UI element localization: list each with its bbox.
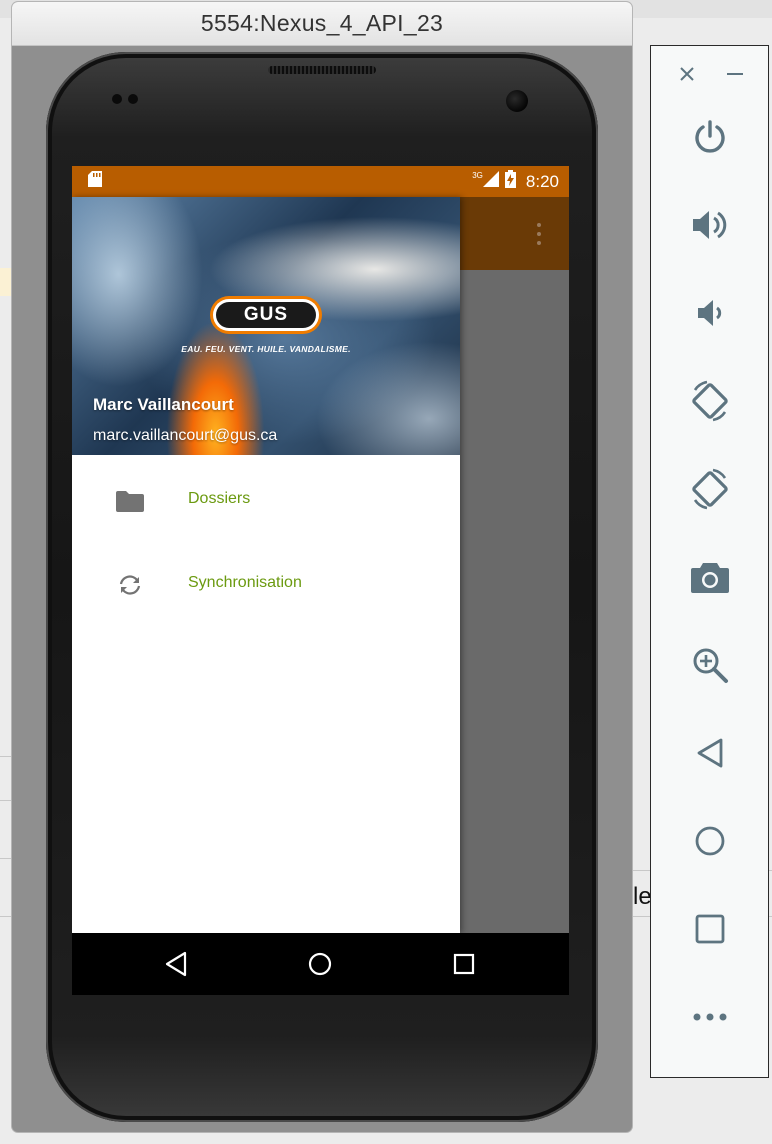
more-icon[interactable] (681, 988, 739, 1046)
more-vertical-icon[interactable] (536, 223, 542, 245)
phone-camera (506, 90, 528, 112)
gus-logo: GUS (210, 296, 322, 334)
minimize-icon[interactable] (715, 46, 755, 102)
phone-sensor (128, 94, 138, 104)
drawer-header: GUS EAU. FEU. VENT. HUILE. VANDALISME. M… (72, 197, 460, 455)
emulator-control-panel (650, 45, 769, 1078)
close-icon[interactable] (667, 46, 707, 102)
drawer-item-label: Dossiers (188, 490, 251, 507)
signal-icon (482, 171, 499, 192)
brand-tagline: EAU. FEU. VENT. HUILE. VANDALISME. (181, 344, 351, 354)
volume-up-icon[interactable] (681, 196, 739, 254)
user-email: marc.vaillancourt@gus.ca (93, 427, 278, 444)
phone-speaker (268, 66, 376, 74)
gus-logo-text: GUS (243, 304, 289, 325)
drawer-item-synchronisation[interactable]: Synchronisation (72, 555, 460, 611)
overview-icon[interactable] (681, 900, 739, 958)
android-nav-bar (72, 933, 569, 995)
network-type: 3G (472, 171, 483, 180)
user-name: Marc Vaillancourt (93, 395, 234, 414)
phone-sensor (112, 94, 122, 104)
home-icon[interactable] (681, 812, 739, 870)
device-screen[interactable]: 3G 8:20 GUS EAU. FEU. VENT. HUILE. VANDA… (72, 166, 569, 995)
zoom-icon[interactable] (681, 636, 739, 694)
status-bar: 3G 8:20 (72, 166, 569, 197)
background-partial-text: le (633, 883, 652, 910)
emulator-title: 5554:Nexus_4_API_23 (200, 10, 444, 36)
volume-down-icon[interactable] (681, 284, 739, 342)
sync-icon (116, 573, 144, 597)
battery-charging-icon (504, 170, 516, 193)
sd-card-icon (88, 171, 102, 192)
recents-icon[interactable] (450, 950, 478, 978)
emulator-titlebar[interactable]: 5554:Nexus_4_API_23 (12, 2, 632, 46)
drawer-item-label: Synchronisation (188, 574, 302, 591)
emulator-window: 5554:Nexus_4_API_23 3G 8:20 GUS EAU. FEU… (12, 2, 632, 1132)
rotate-right-icon[interactable] (681, 460, 739, 518)
camera-icon[interactable] (681, 548, 739, 606)
status-icons: 3G 8:20 (472, 170, 559, 193)
folder-icon (116, 489, 144, 513)
back-icon[interactable] (681, 724, 739, 782)
home-icon[interactable] (306, 950, 334, 978)
background-highlight (0, 268, 12, 296)
status-time: 8:20 (525, 171, 559, 191)
back-icon[interactable] (162, 950, 190, 978)
power-icon[interactable] (681, 108, 739, 166)
navigation-drawer: GUS EAU. FEU. VENT. HUILE. VANDALISME. M… (72, 197, 460, 933)
drawer-item-dossiers[interactable]: Dossiers (72, 471, 460, 527)
rotate-left-icon[interactable] (681, 372, 739, 430)
